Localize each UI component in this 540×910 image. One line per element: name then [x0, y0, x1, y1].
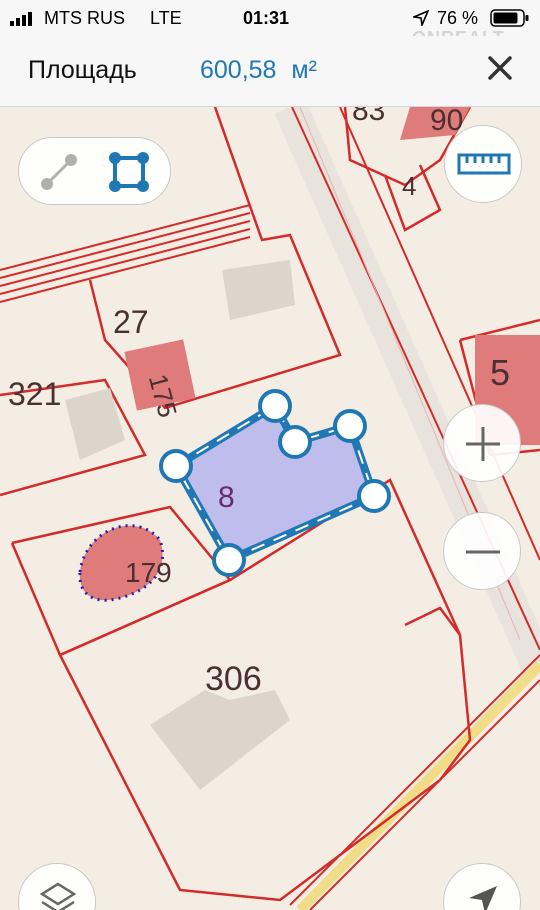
- network-type: LTE: [150, 8, 182, 28]
- parcel-label-321: 321: [8, 376, 61, 412]
- vertex-handle[interactable]: [212, 543, 246, 577]
- status-bar: MTS RUS LTE 01:31 76 % ONREALT: [0, 0, 540, 48]
- parcel-label-27: 27: [113, 304, 149, 340]
- plus-icon: [466, 427, 500, 461]
- vertex-handle[interactable]: [357, 479, 391, 513]
- map-canvas[interactable]: 90 83 4 27 321 175 5 179 306 9 8: [0, 107, 540, 910]
- parcel-label-83: 83: [352, 107, 385, 127]
- area-unit: м²: [291, 56, 317, 84]
- cadastral-map[interactable]: 90 83 4 27 321 175 5 179 306 9 8: [0, 107, 540, 910]
- ruler-icon: [457, 153, 511, 175]
- zoom-in-button[interactable]: [443, 404, 521, 482]
- battery-percent: 76 %: [437, 8, 479, 28]
- ruler-button[interactable]: [444, 125, 522, 203]
- location-arrow-icon: [469, 886, 497, 910]
- layers-icon: [39, 882, 77, 910]
- parcel-label-8: 8: [218, 481, 235, 514]
- line-tool-icon[interactable]: [35, 148, 83, 196]
- area-number: 600,58: [200, 56, 277, 84]
- location-services-icon: [413, 10, 429, 26]
- area-value: 600,58 м²: [200, 56, 317, 85]
- clock: 01:31: [243, 8, 290, 28]
- parcel-label-306: 306: [205, 660, 262, 698]
- vertex-handle[interactable]: [278, 425, 312, 459]
- parcel-label-5: 5: [490, 352, 510, 393]
- measure-header: Площадь 600,58 м²: [0, 36, 540, 107]
- vertex-handle[interactable]: [333, 409, 367, 443]
- zoom-out-button[interactable]: [443, 512, 521, 590]
- area-label: Площадь: [28, 56, 137, 84]
- polygon-tool-icon[interactable]: [105, 148, 153, 196]
- measure-mode-switch: [18, 137, 171, 205]
- parcel-label-4: 4: [402, 171, 416, 201]
- signal-icon: [10, 12, 32, 26]
- carrier-name: MTS RUS: [44, 8, 125, 28]
- close-icon[interactable]: [482, 50, 518, 86]
- vertex-handle[interactable]: [159, 449, 193, 483]
- parcel-label-179: 179: [125, 557, 172, 588]
- minus-icon: [466, 550, 500, 554]
- vertex-handle[interactable]: [258, 389, 292, 423]
- battery-icon: [490, 9, 529, 27]
